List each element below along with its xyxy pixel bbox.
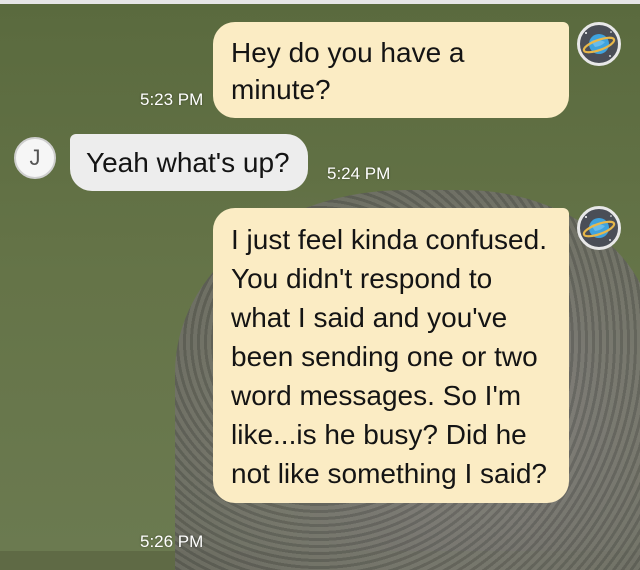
avatar-letter: J [29,145,41,170]
planet-icon-graphic [582,215,616,241]
message-timestamp: 5:23 PM [140,90,204,109]
top-edge [0,0,640,4]
contact-avatar[interactable]: J [14,137,56,179]
message-timestamp: 5:24 PM [327,164,391,183]
message-timestamp: 5:26 PM [140,532,204,551]
message-text: I just feel kinda confused. You didn't r… [231,224,547,489]
message-text: Yeah what's up? [86,147,290,178]
message-text: Hey do you have a minute? [231,37,465,105]
message-bubble-outgoing[interactable]: I just feel kinda confused. You didn't r… [213,208,569,503]
planet-icon[interactable] [577,206,621,250]
message-bubble-outgoing[interactable]: Hey do you have a minute? [213,22,569,118]
planet-icon[interactable] [577,22,621,66]
message-bubble-incoming[interactable]: Yeah what's up? [70,134,308,191]
planet-icon-graphic [582,31,616,57]
